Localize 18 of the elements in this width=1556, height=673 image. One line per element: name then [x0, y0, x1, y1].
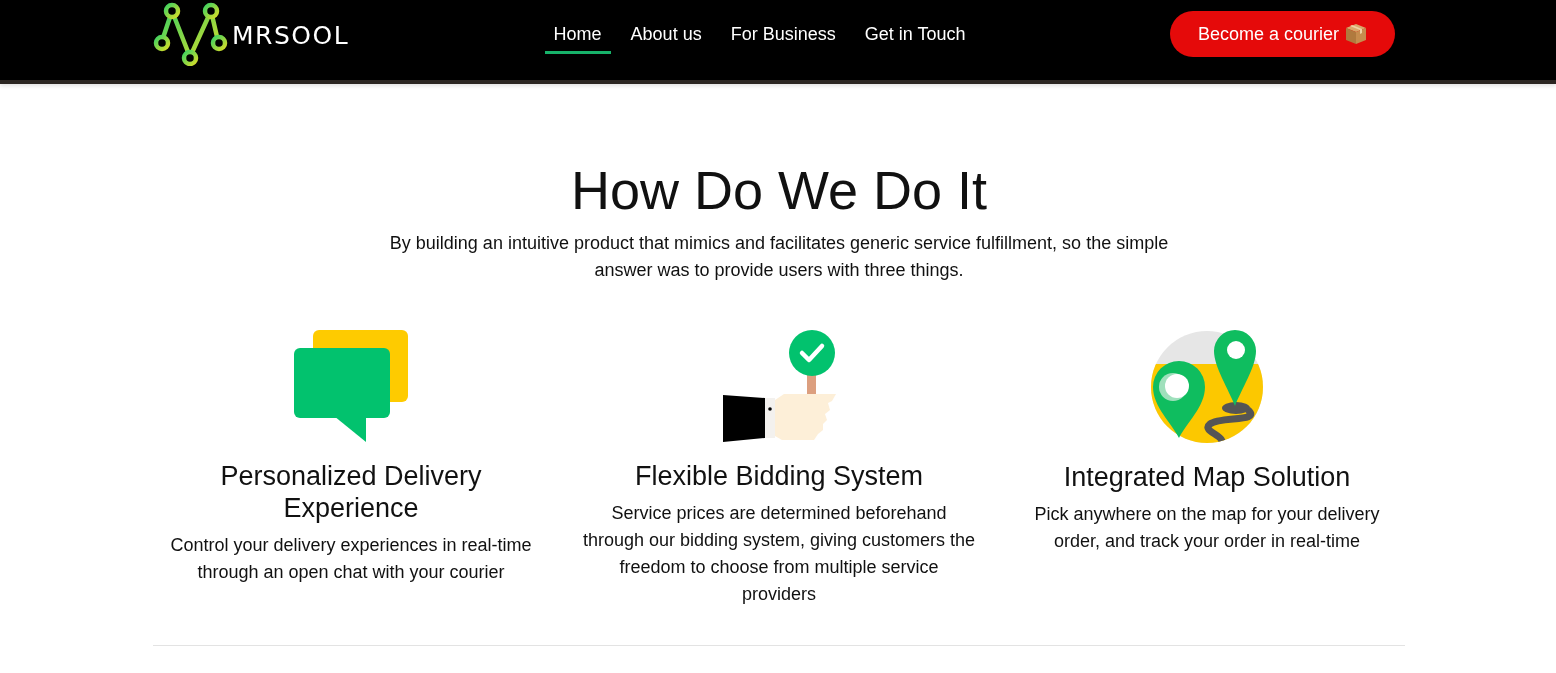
logo-icon[interactable]	[153, 2, 228, 66]
nav-link[interactable]: For Business	[721, 18, 845, 54]
package-icon	[1345, 23, 1367, 45]
become-courier-button[interactable]: Become a courier	[1169, 11, 1395, 57]
section-intro: By building an intuitive product that mimics and facilitates generic service fulfillment, so the simple answer was to provide users with three things.	[388, 232, 1170, 282]
feature-description: Pick anywhere on the map for your delivery order, and track your order in real-time	[1033, 503, 1381, 553]
nav-link[interactable]: Home	[544, 18, 611, 54]
nav-link[interactable]: About us	[621, 18, 711, 54]
logo-wordmark[interactable]: MRSOOL	[232, 20, 350, 50]
section-heading: How Do We Do It	[570, 159, 988, 221]
feature-title: Flexible Bidding System	[634, 460, 924, 492]
feature-title: Integrated Map Solution	[1063, 461, 1351, 493]
hand-holding-check-sign-icon	[722, 330, 836, 442]
feature-description: Service prices are determined beforehand through our bidding system, giving customers the freedom to choose from multiple service providers	[581, 502, 977, 606]
feature-description: Control your delivery experiences in real-time through an open chat with your courier	[169, 534, 533, 584]
nav-link[interactable]: Get in Touch	[855, 18, 975, 54]
feature-title: Personalized Delivery Experience	[219, 460, 483, 524]
chat-bubbles-icon	[294, 330, 408, 442]
